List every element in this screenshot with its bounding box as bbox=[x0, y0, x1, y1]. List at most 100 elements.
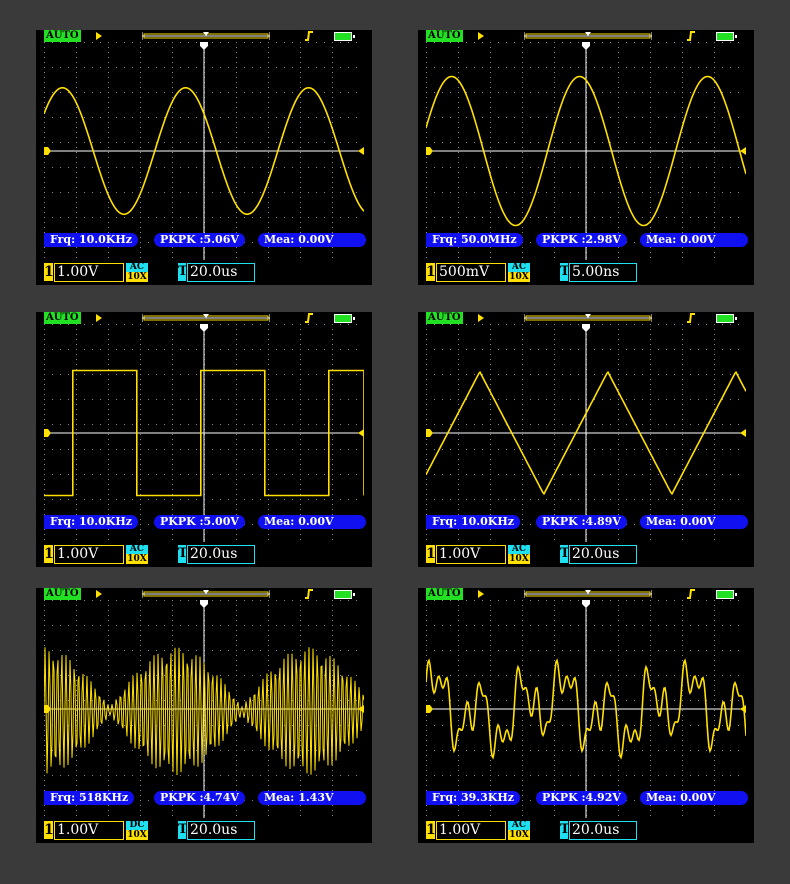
trigger-mode-badge[interactable]: AUTO bbox=[44, 588, 81, 600]
peak-to-peak-readout: PKPK :2.98V bbox=[536, 233, 627, 247]
frequency-readout: Frq: 39.3KHz bbox=[426, 791, 520, 805]
waveform-display[interactable] bbox=[426, 42, 746, 260]
volts-per-div[interactable]: 1.00V bbox=[436, 545, 506, 564]
timebase-badge: T bbox=[178, 263, 188, 281]
probe-attenuation[interactable]: 10X bbox=[508, 830, 530, 840]
battery-icon bbox=[716, 590, 737, 599]
time-position-bar[interactable] bbox=[524, 32, 652, 40]
scope-panel: AUTO Frq: 10.0KHz PKPK :5.00V Mea: 0.00V… bbox=[36, 312, 372, 567]
time-per-div[interactable]: 20.0us bbox=[187, 821, 255, 840]
trigger-mode-badge[interactable]: AUTO bbox=[44, 312, 81, 324]
waveform-display[interactable] bbox=[426, 600, 746, 818]
time-position-bar[interactable] bbox=[524, 590, 652, 598]
rising-edge-trigger-icon[interactable] bbox=[686, 589, 696, 599]
frequency-readout: Frq: 10.0KHz bbox=[44, 515, 138, 529]
trigger-mode-badge[interactable]: AUTO bbox=[426, 312, 463, 324]
channel-badge[interactable]: 1 bbox=[426, 821, 436, 839]
trigger-mode-badge[interactable]: AUTO bbox=[426, 588, 463, 600]
time-position-bar[interactable] bbox=[524, 314, 652, 322]
mean-readout: Mea: 0.00V bbox=[640, 515, 748, 529]
coupling-badge[interactable]: AC bbox=[126, 545, 148, 554]
peak-to-peak-readout: PKPK :5.06V bbox=[154, 233, 245, 247]
probe-attenuation[interactable]: 10X bbox=[508, 554, 530, 564]
waveform-trace bbox=[44, 647, 364, 776]
coupling-badge[interactable]: AC bbox=[508, 263, 530, 272]
probe-attenuation[interactable]: 10X bbox=[126, 554, 148, 564]
timebase-badge: T bbox=[178, 821, 188, 839]
signal-trace bbox=[44, 87, 364, 216]
rising-edge-trigger-icon[interactable] bbox=[686, 31, 696, 41]
trigger-mode-badge[interactable]: AUTO bbox=[44, 30, 81, 42]
battery-icon bbox=[334, 590, 355, 599]
probe-attenuation[interactable]: 10X bbox=[508, 272, 530, 282]
rising-edge-trigger-icon[interactable] bbox=[304, 589, 314, 599]
volts-per-div[interactable]: 500mV bbox=[436, 263, 506, 282]
coupling-badge[interactable]: DC bbox=[126, 821, 148, 830]
scope-panel: AUTO Frq: 10.0KHz PKPK :5.06V Mea: 0.00V… bbox=[36, 30, 372, 285]
volts-per-div[interactable]: 1.00V bbox=[54, 263, 124, 282]
waveform-display[interactable] bbox=[44, 42, 364, 260]
settings-bar: 1 1.00V DC 10X T 20.0us bbox=[36, 818, 372, 843]
scope-panel: AUTO Frq: 39.3KHz PKPK :4.92V Mea: 0.00V… bbox=[418, 588, 754, 843]
channel-badge[interactable]: 1 bbox=[44, 263, 54, 281]
rising-edge-trigger-icon[interactable] bbox=[304, 313, 314, 323]
time-position-bar[interactable] bbox=[142, 314, 270, 322]
rising-edge-trigger-icon[interactable] bbox=[304, 31, 314, 41]
frequency-readout: Frq: 10.0KHz bbox=[44, 233, 138, 247]
coupling-badge[interactable]: AC bbox=[126, 263, 148, 272]
time-position-bar[interactable] bbox=[142, 590, 270, 598]
timebase-badge: T bbox=[560, 545, 570, 563]
frequency-readout: Frq: 10.0KHz bbox=[426, 515, 520, 529]
waveform-trace bbox=[426, 370, 746, 496]
mean-readout: Mea: 0.00V bbox=[640, 233, 748, 247]
play-icon[interactable] bbox=[478, 314, 484, 322]
status-bar: AUTO bbox=[36, 30, 372, 42]
volts-per-div[interactable]: 1.00V bbox=[54, 821, 124, 840]
status-bar: AUTO bbox=[418, 30, 754, 42]
waveform-display[interactable] bbox=[44, 600, 364, 818]
channel-badge[interactable]: 1 bbox=[44, 545, 54, 563]
channel-badge[interactable]: 1 bbox=[426, 545, 436, 563]
trigger-mode-badge[interactable]: AUTO bbox=[426, 30, 463, 42]
probe-attenuation[interactable]: 10X bbox=[126, 830, 148, 840]
mean-readout: Mea: 0.00V bbox=[640, 791, 748, 805]
time-per-div[interactable]: 5.00ns bbox=[569, 263, 637, 282]
play-icon[interactable] bbox=[96, 314, 102, 322]
settings-bar: 1 1.00V AC 10X T 20.0us bbox=[418, 818, 754, 843]
waveform-display[interactable] bbox=[44, 324, 364, 542]
probe-attenuation[interactable]: 10X bbox=[126, 272, 148, 282]
peak-to-peak-readout: PKPK :5.00V bbox=[154, 515, 245, 529]
play-icon[interactable] bbox=[96, 32, 102, 40]
time-per-div[interactable]: 20.0us bbox=[187, 263, 255, 282]
coupling-badge[interactable]: AC bbox=[508, 821, 530, 830]
channel-badge[interactable]: 1 bbox=[44, 821, 54, 839]
volts-per-div[interactable]: 1.00V bbox=[436, 821, 506, 840]
frequency-readout: Frq: 50.0MHz bbox=[426, 233, 523, 247]
timebase-badge: T bbox=[178, 545, 188, 563]
coupling-badge[interactable]: AC bbox=[508, 545, 530, 554]
play-icon[interactable] bbox=[478, 32, 484, 40]
channel-badge[interactable]: 1 bbox=[426, 263, 436, 281]
signal-trace bbox=[44, 647, 364, 776]
volts-per-div[interactable]: 1.00V bbox=[54, 545, 124, 564]
settings-bar: 1 500mV AC 10X T 5.00ns bbox=[418, 260, 754, 285]
waveform-display[interactable] bbox=[426, 324, 746, 542]
status-bar: AUTO bbox=[418, 588, 754, 600]
signal-trace bbox=[44, 369, 364, 497]
play-icon[interactable] bbox=[96, 590, 102, 598]
rising-edge-trigger-icon[interactable] bbox=[686, 313, 696, 323]
scope-panel: AUTO Frq: 518KHz PKPK :4.74V Mea: 1.43V … bbox=[36, 588, 372, 843]
time-position-bar[interactable] bbox=[142, 32, 270, 40]
time-per-div[interactable]: 20.0us bbox=[569, 545, 637, 564]
time-per-div[interactable]: 20.0us bbox=[569, 821, 637, 840]
time-per-div[interactable]: 20.0us bbox=[187, 545, 255, 564]
peak-to-peak-readout: PKPK :4.74V bbox=[154, 791, 245, 805]
waveform-trace bbox=[426, 75, 746, 227]
mean-readout: Mea: 0.00V bbox=[258, 233, 366, 247]
status-bar: AUTO bbox=[36, 588, 372, 600]
waveform-trace bbox=[426, 658, 746, 760]
scope-panel: AUTO Frq: 50.0MHz PKPK :2.98V Mea: 0.00V… bbox=[418, 30, 754, 285]
frequency-readout: Frq: 518KHz bbox=[44, 791, 135, 805]
timebase-badge: T bbox=[560, 821, 570, 839]
play-icon[interactable] bbox=[478, 590, 484, 598]
